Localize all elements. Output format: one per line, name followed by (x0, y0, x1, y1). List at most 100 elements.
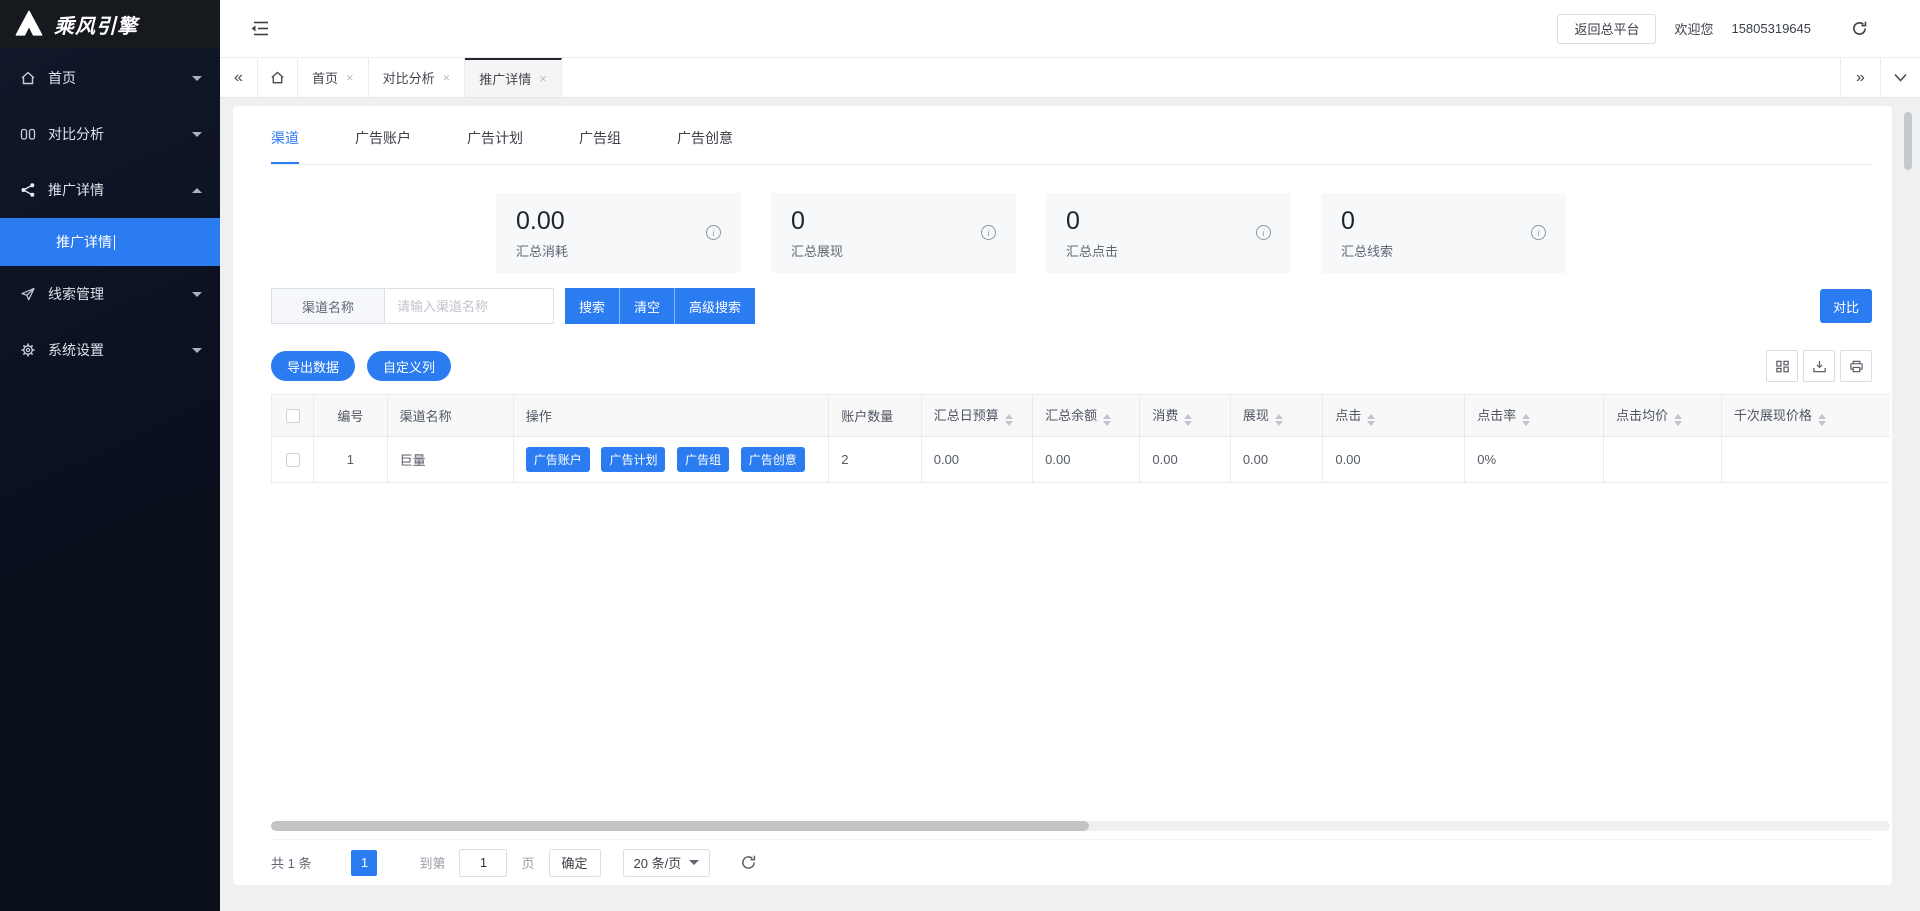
confirm-button[interactable]: 确定 (549, 849, 601, 877)
sidebar-item-compare-analysis[interactable]: 对比分析 (0, 106, 220, 162)
goto-page-input[interactable] (459, 849, 507, 877)
tab-ad-account[interactable]: 广告账户 (355, 128, 411, 164)
chevron-down-icon (192, 348, 202, 353)
scroll-tabs-right-button[interactable]: » (1840, 58, 1880, 97)
sort-icon[interactable] (1818, 414, 1826, 426)
clear-button[interactable]: 清空 (619, 288, 674, 324)
col-header-ctr[interactable]: 点击率 (1465, 395, 1604, 437)
sidebar-subitem-promotion-detail[interactable]: 推广详情 (0, 218, 220, 266)
print-button[interactable] (1840, 350, 1872, 382)
chevron-down-icon (192, 292, 202, 297)
search-row: 渠道名称 搜索 清空 高级搜索 对比 (271, 288, 1872, 324)
sort-icon[interactable] (1522, 414, 1530, 426)
col-header-daily-budget[interactable]: 汇总日预算 (921, 395, 1032, 437)
sort-icon[interactable] (1005, 414, 1013, 426)
row-ad-group-button[interactable]: 广告组 (677, 447, 729, 472)
sidebar-item-lead-management[interactable]: 线索管理 (0, 266, 220, 322)
info-icon[interactable]: i (981, 225, 996, 240)
col-header-impressions[interactable]: 展现 (1230, 395, 1323, 437)
page-number-button[interactable]: 1 (351, 850, 377, 876)
col-header-actions: 操作 (513, 395, 828, 437)
tab-ad-plan[interactable]: 广告计划 (467, 128, 523, 164)
goto-suffix-label: 页 (521, 853, 534, 872)
tab-ad-group[interactable]: 广告组 (579, 128, 621, 164)
tab-promotion-detail[interactable]: 推广详情 × (465, 58, 562, 97)
sidebar-item-promotion-detail[interactable]: 推广详情 (0, 162, 220, 218)
sort-icon[interactable] (1184, 414, 1192, 426)
column-layout-button[interactable] (1766, 350, 1798, 382)
cell-cpm-price (1721, 437, 1890, 483)
scroll-tabs-left-button[interactable]: « (220, 58, 258, 97)
gear-icon (20, 342, 36, 358)
refresh-icon[interactable] (1851, 20, 1868, 37)
col-header-cost[interactable]: 消费 (1140, 395, 1230, 437)
sidebar-nav: 首页 对比分析 推广详情 (0, 48, 220, 378)
tabbar: « 首页 × 对比分析 × 推广详情 × » (220, 58, 1920, 98)
next-page-icon[interactable] (385, 856, 401, 870)
channel-name-input[interactable] (384, 288, 554, 324)
horizontal-scrollbar-thumb[interactable] (271, 821, 1089, 831)
vertical-scrollbar-thumb[interactable] (1904, 112, 1912, 170)
sidebar-item-home[interactable]: 首页 (0, 50, 220, 106)
export-data-button[interactable]: 导出数据 (271, 351, 355, 381)
horizontal-scrollbar[interactable] (271, 821, 1890, 831)
back-to-platform-button[interactable]: 返回总平台 (1557, 14, 1656, 44)
tab-options-button[interactable] (1880, 58, 1920, 97)
compare-button[interactable]: 对比 (1820, 289, 1872, 323)
collapse-sidebar-icon[interactable] (250, 20, 270, 37)
row-checkbox[interactable] (286, 453, 300, 467)
app-root: 乘风引擎 首页 对比分析 (0, 0, 1920, 911)
custom-columns-button[interactable]: 自定义列 (367, 351, 451, 381)
close-icon[interactable]: × (443, 70, 451, 85)
chevron-down-icon (1894, 73, 1907, 82)
info-icon[interactable]: i (1256, 225, 1271, 240)
row-ad-creative-button[interactable]: 广告创意 (741, 447, 805, 472)
tab-compare-analysis[interactable]: 对比分析 × (369, 58, 466, 97)
cell-avg-click-price (1604, 437, 1722, 483)
sort-icon[interactable] (1367, 414, 1375, 426)
sort-icon[interactable] (1103, 414, 1111, 426)
sidebar: 乘风引擎 首页 对比分析 (0, 0, 220, 911)
chevron-up-icon (192, 188, 202, 193)
vertical-scrollbar[interactable] (1904, 102, 1912, 911)
tab-home-button[interactable] (258, 58, 298, 97)
export-table-button[interactable] (1803, 350, 1835, 382)
close-icon[interactable]: × (346, 70, 354, 85)
tab-label: 推广详情 (479, 69, 531, 88)
brand-name: 乘风引擎 (54, 10, 138, 39)
col-header-avg-click-price[interactable]: 点击均价 (1604, 395, 1722, 437)
info-icon[interactable]: i (1531, 225, 1546, 240)
tab-channel[interactable]: 渠道 (271, 128, 299, 164)
info-icon[interactable]: i (706, 225, 721, 240)
row-ad-plan-button[interactable]: 广告计划 (601, 447, 665, 472)
col-header-cpm-price[interactable]: 千次展现价格 (1721, 395, 1890, 437)
page-size-select[interactable]: 20 条/页 (623, 849, 711, 877)
stat-card-total-leads: 0 汇总线索 i (1321, 193, 1566, 273)
double-chevron-left-icon: « (234, 69, 243, 87)
sidebar-item-label: 首页 (48, 68, 192, 88)
grid-icon (1775, 359, 1790, 374)
cell-ctr: 0% (1465, 437, 1604, 483)
select-all-checkbox[interactable] (286, 409, 300, 423)
stat-label: 汇总消耗 (516, 241, 725, 260)
search-button[interactable]: 搜索 (565, 288, 619, 324)
tabbar-right: » (1840, 58, 1920, 97)
topbar: 返回总平台 欢迎您 15805319645 (220, 0, 1920, 58)
stat-card-total-clicks: 0 汇总点击 i (1046, 193, 1291, 273)
col-header-clicks[interactable]: 点击 (1323, 395, 1465, 437)
tab-home[interactable]: 首页 × (298, 58, 369, 97)
sort-icon[interactable] (1674, 414, 1682, 426)
close-icon[interactable]: × (539, 71, 547, 86)
prev-page-icon[interactable] (327, 856, 343, 870)
refresh-table-button[interactable] (740, 854, 757, 871)
goto-prefix-label: 到第 (419, 853, 445, 872)
cursor-bar (114, 235, 115, 250)
col-header-balance[interactable]: 汇总余额 (1033, 395, 1140, 437)
advanced-search-button[interactable]: 高级搜索 (674, 288, 755, 324)
sort-icon[interactable] (1275, 414, 1283, 426)
stat-value: 0 (791, 207, 1000, 236)
row-ad-account-button[interactable]: 广告账户 (526, 447, 590, 472)
sidebar-item-system-settings[interactable]: 系统设置 (0, 322, 220, 378)
data-table: 编号 渠道名称 操作 账户数量 汇总日预算 汇总余额 消费 展现 点击 点击率 (271, 394, 1890, 483)
tab-ad-creative[interactable]: 广告创意 (677, 128, 733, 164)
